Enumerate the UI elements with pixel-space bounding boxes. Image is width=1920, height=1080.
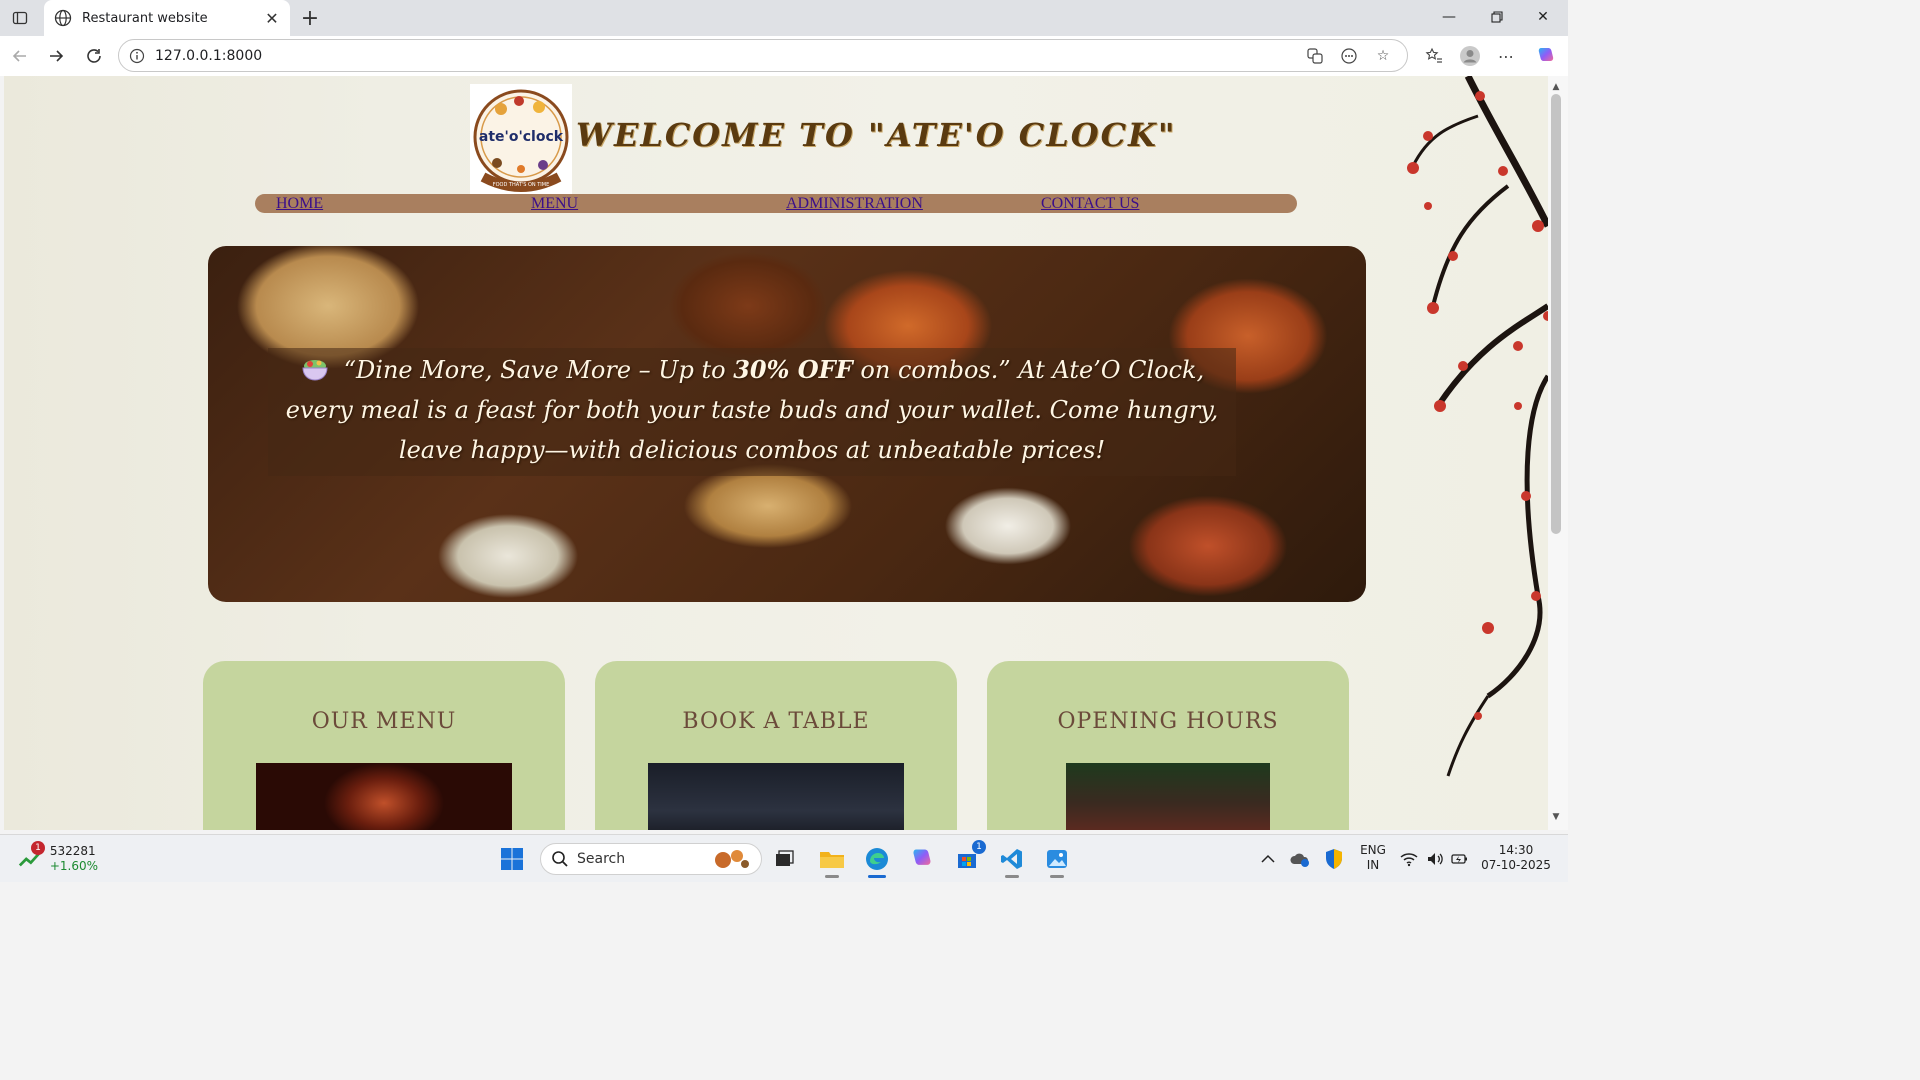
profile-avatar-icon[interactable] [1458,44,1482,68]
favorite-star-icon[interactable]: ☆ [1373,46,1393,66]
hero-promo-text: “Dine More, Save More – Up to 30% OFF on… [268,350,1236,470]
language-code: ENG [1360,843,1386,857]
language-indicator[interactable]: ENG IN [1356,843,1390,873]
globe-icon [54,9,72,27]
card-title: OPENING HOURS [1057,709,1279,734]
logo-image: ate'o'clock FOOD THAT'S ON TIME [473,89,569,192]
nav-home-link[interactable]: HOME [276,195,323,213]
windows-taskbar: 1 532281 +1.60% Search 1 ENG IN 14:30 07… [0,834,1568,882]
microsoft-store-icon[interactable]: 1 [951,840,986,875]
nav-administration-link[interactable]: ADMINISTRATION [786,195,923,213]
scrollbar-thumb[interactable] [1551,94,1561,534]
hero-discount-text: 30% OFF [733,355,853,384]
favorites-icon[interactable] [1422,44,1446,68]
onedrive-icon[interactable] [1288,843,1312,875]
forward-icon[interactable] [42,42,70,70]
photos-icon[interactable] [1041,843,1073,878]
tray-overflow-icon[interactable] [1256,843,1280,875]
more-options-icon[interactable]: ⋯ [1494,44,1518,68]
clock-date: 07-10-2025 [1481,858,1551,872]
stock-change: +1.60% [49,859,98,873]
opening-hours-card-image [1066,763,1270,830]
tab-actions-icon[interactable] [8,6,32,30]
nav-contact-link[interactable]: CONTACT US [1041,195,1139,213]
close-window-icon[interactable]: ✕ [1520,0,1566,34]
hero-banner: “Dine More, Save More – Up to 30% OFF on… [208,246,1366,602]
back-icon[interactable] [6,42,34,70]
restaurant-logo[interactable]: ate'o'clock FOOD THAT'S ON TIME [470,84,572,194]
salad-bowl-icon [302,360,328,381]
reader-icon[interactable] [1339,46,1359,66]
clock-time: 14:30 [1498,843,1534,857]
card-opening-hours[interactable]: OPENING HOURS [987,661,1349,830]
card-title: BOOK A TABLE [682,709,870,734]
address-bar[interactable]: 127.0.0.1:8000 ☆ [118,39,1408,72]
page-viewport: ate'o'clock FOOD THAT'S ON TIME WELCOME … [4,76,1548,830]
search-label: Search [577,851,626,867]
scroll-down-icon[interactable]: ▼ [1551,812,1561,822]
logo-name: ate'o'clock [479,129,564,145]
store-badge: 1 [972,840,986,854]
url-text[interactable]: 127.0.0.1:8000 [155,48,1305,64]
copilot-taskbar-icon[interactable] [906,843,938,875]
tab-close-icon[interactable]: ✕ [260,6,284,30]
tab-title: Restaurant website [82,10,208,26]
minimize-icon[interactable]: — [1426,0,1472,34]
search-icon [552,851,568,867]
new-tab-icon[interactable]: + [296,4,324,32]
hero-text-part1: “Dine More, Save More – Up to [343,356,734,384]
page-scrollbar[interactable]: ▲ ▼ [1548,76,1568,830]
tab-bar: Restaurant website ✕ + — ✕ [0,0,1568,36]
file-explorer-icon[interactable] [816,843,848,878]
wifi-icon[interactable] [1398,843,1420,875]
browser-toolbar: 127.0.0.1:8000 ☆ ⋯ [0,36,1568,76]
battery-icon[interactable] [1449,843,1471,875]
page-title: WELCOME TO "ATE'O CLOCK" [576,116,1177,154]
book-table-card-image [648,763,904,830]
vscode-icon[interactable] [996,843,1028,878]
card-title: OUR MENU [311,709,457,734]
refresh-icon[interactable] [80,42,108,70]
restore-icon[interactable] [1474,0,1520,34]
nav-menu-link[interactable]: MENU [531,195,578,213]
card-our-menu[interactable]: OUR MENU [203,661,565,830]
search-highlight-icon [715,850,749,868]
site-info-icon[interactable] [129,48,145,64]
stock-widget[interactable]: 1 532281 +1.60% [18,841,98,875]
main-nav: HOME MENU ADMINISTRATION CONTACT US [255,194,1297,213]
edge-browser-icon[interactable] [861,843,893,878]
taskbar-search[interactable]: Search [540,843,762,875]
scroll-up-icon[interactable]: ▲ [1551,82,1561,92]
stock-value: 532281 [49,844,96,858]
browser-tab[interactable]: Restaurant website ✕ [44,0,290,36]
task-view-icon[interactable] [768,843,800,875]
logo-tagline: FOOD THAT'S ON TIME [493,182,550,188]
stock-badge: 1 [31,841,45,855]
language-region: IN [1366,858,1380,872]
card-book-table[interactable]: BOOK A TABLE [595,661,957,830]
volume-icon[interactable] [1424,843,1446,875]
start-icon[interactable] [496,843,528,875]
security-shield-icon[interactable] [1322,843,1346,875]
menu-card-image [256,763,512,830]
copilot-icon[interactable] [1534,44,1558,68]
clock[interactable]: 14:30 07-10-2025 [1478,843,1554,873]
translate-icon[interactable] [1305,46,1325,66]
